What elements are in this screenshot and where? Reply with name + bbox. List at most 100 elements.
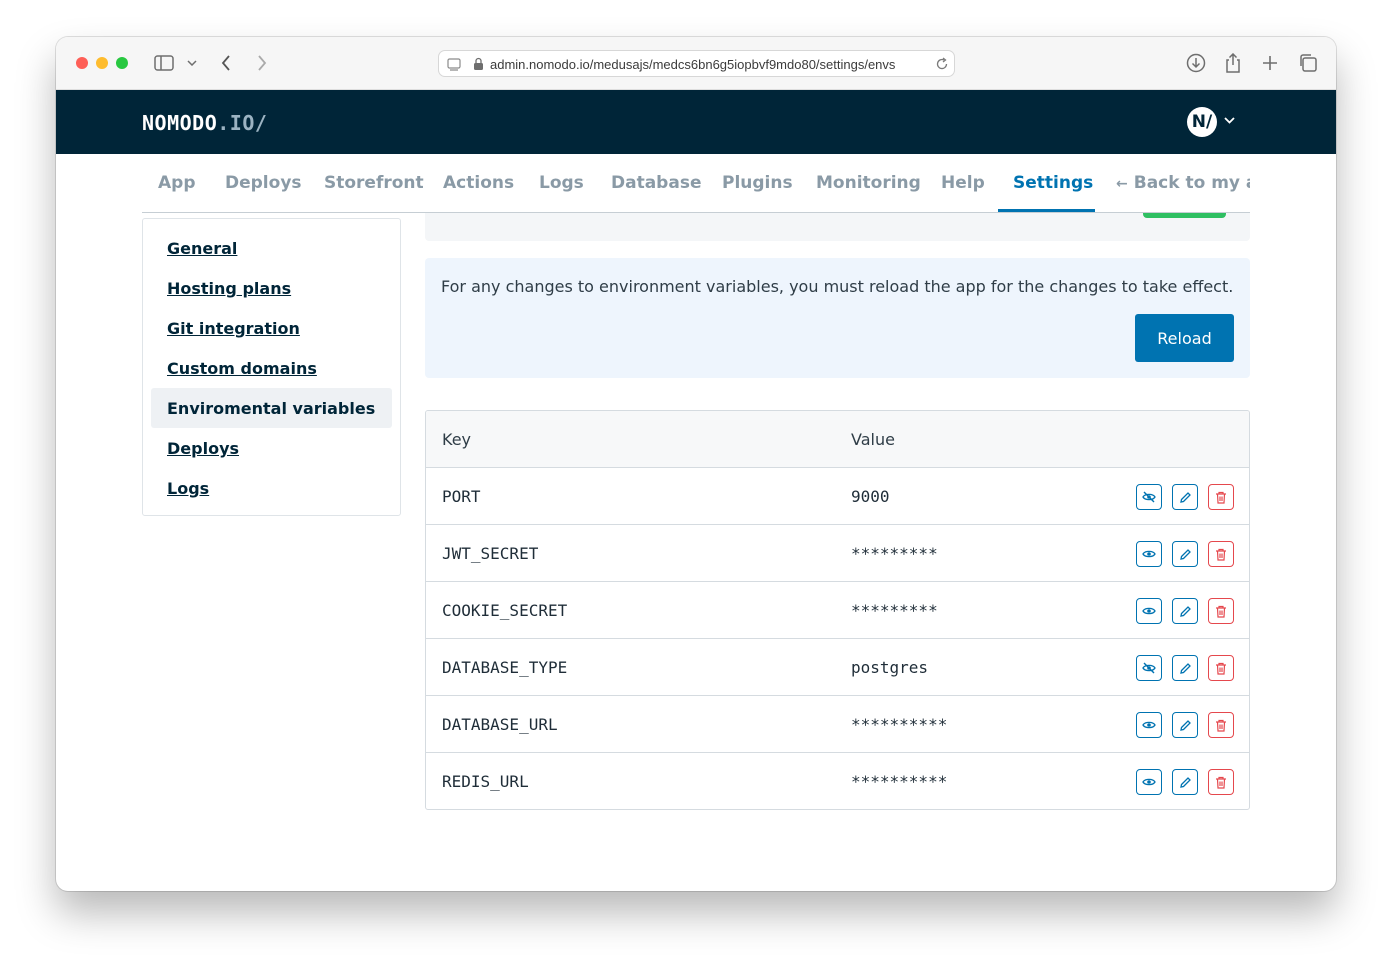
tab-help[interactable]: Help <box>941 173 985 193</box>
pencil-icon <box>1179 491 1192 504</box>
tab-storefront[interactable]: Storefront <box>324 173 424 193</box>
pencil-icon <box>1179 548 1192 561</box>
edit-button[interactable] <box>1172 484 1198 510</box>
table-row: DATABASE_TYPE postgres <box>426 639 1249 696</box>
eye-icon <box>1142 547 1156 561</box>
sidebar-item-logs[interactable]: Logs <box>167 479 209 498</box>
delete-button[interactable] <box>1208 712 1234 738</box>
table-row: DATABASE_URL ********** <box>426 696 1249 753</box>
table-header: Key Value <box>426 411 1249 468</box>
column-header-value: Value <box>851 430 895 449</box>
chevron-down-icon[interactable] <box>1224 112 1235 127</box>
share-icon[interactable] <box>1223 52 1243 74</box>
edit-button[interactable] <box>1172 541 1198 567</box>
address-bar[interactable]: admin.nomodo.io/medusajs/medcs6bn6g5iopb… <box>438 50 955 77</box>
edit-button[interactable] <box>1172 655 1198 681</box>
table-row: REDIS_URL ********** <box>426 753 1249 809</box>
back-to-app-label: Back to my ap <box>1133 173 1250 193</box>
browser-toolbar: admin.nomodo.io/medusajs/medcs6bn6g5iopb… <box>56 37 1336 90</box>
env-vars-table: Key Value PORT 9000 JWT_SECRET ********* COO… <box>425 410 1250 810</box>
sidebar-item-hosting-plans[interactable]: Hosting plans <box>167 279 291 298</box>
back-arrow-icon[interactable] <box>218 52 234 74</box>
table-row: PORT 9000 <box>426 468 1249 525</box>
url-text: admin.nomodo.io/medusajs/medcs6bn6g5iopb… <box>490 57 896 72</box>
avatar[interactable]: N/ <box>1187 107 1217 137</box>
trash-icon <box>1215 776 1227 789</box>
trash-icon <box>1215 605 1227 618</box>
delete-button[interactable] <box>1208 769 1234 795</box>
sidebar-item-git-integration[interactable]: Git integration <box>167 319 300 338</box>
env-key: DATABASE_URL <box>442 715 558 734</box>
sidebar-item-deploys[interactable]: Deploys <box>167 439 239 458</box>
sidebar-item-custom-domains[interactable]: Custom domains <box>167 359 317 378</box>
reload-page-icon[interactable] <box>935 57 949 74</box>
toggle-visibility-button[interactable] <box>1136 484 1162 510</box>
trash-icon <box>1215 719 1227 732</box>
chevron-down-icon[interactable] <box>186 52 198 74</box>
forward-arrow-icon[interactable] <box>254 52 270 74</box>
delete-button[interactable] <box>1208 541 1234 567</box>
column-header-key: Key <box>442 430 472 449</box>
eye-off-icon <box>1142 490 1156 504</box>
pencil-icon <box>1179 662 1192 675</box>
sidebar-toggle-icon[interactable] <box>152 52 176 74</box>
tab-app[interactable]: App <box>158 173 196 193</box>
edit-button[interactable] <box>1172 598 1198 624</box>
reload-notice: For any changes to environment variables… <box>425 258 1250 378</box>
delete-button[interactable] <box>1208 598 1234 624</box>
tab-monitoring[interactable]: Monitoring <box>816 173 921 193</box>
back-to-app-link[interactable]: ← Back to my ap <box>1116 173 1250 193</box>
delete-button[interactable] <box>1208 484 1234 510</box>
tab-actions[interactable]: Actions <box>443 173 514 193</box>
eye-icon <box>1142 775 1156 789</box>
trash-icon <box>1215 662 1227 675</box>
tab-logs[interactable]: Logs <box>539 173 584 193</box>
logo-main-text: NOMODO <box>142 111 218 135</box>
edit-button[interactable] <box>1172 769 1198 795</box>
tab-bar: App Deploys Storefront Actions Logs Data… <box>142 154 1250 213</box>
toggle-visibility-button[interactable] <box>1136 769 1162 795</box>
reload-button[interactable]: Reload <box>1135 314 1234 362</box>
pencil-icon <box>1179 776 1192 789</box>
env-value: ********** <box>851 715 948 734</box>
sidebar-item-general[interactable]: General <box>167 239 237 258</box>
edit-button[interactable] <box>1172 712 1198 738</box>
env-key: REDIS_URL <box>442 772 529 791</box>
partial-green-button[interactable] <box>1143 213 1226 218</box>
tab-plugins[interactable]: Plugins <box>722 173 793 193</box>
delete-button[interactable] <box>1208 655 1234 681</box>
page-settings-icon[interactable] <box>447 57 461 74</box>
table-row: JWT_SECRET ********* <box>426 525 1249 582</box>
tab-settings[interactable]: Settings <box>1013 173 1093 193</box>
sidebar-item-environmental-variables[interactable]: Enviromental variables <box>167 399 375 418</box>
nomodo-logo[interactable]: NOMODO.IO/ <box>142 111 267 135</box>
logo-accent-text: .IO/ <box>217 111 268 135</box>
toggle-visibility-button[interactable] <box>1136 655 1162 681</box>
env-value: postgres <box>851 658 929 677</box>
toggle-visibility-button[interactable] <box>1136 541 1162 567</box>
toggle-visibility-button[interactable] <box>1136 598 1162 624</box>
trash-icon <box>1215 491 1227 504</box>
toggle-visibility-button[interactable] <box>1136 712 1162 738</box>
zoom-window-button[interactable] <box>116 57 128 69</box>
tab-overview-icon[interactable] <box>1297 52 1319 74</box>
env-key: JWT_SECRET <box>442 544 539 563</box>
tab-deploys[interactable]: Deploys <box>225 173 302 193</box>
arrow-left-icon: ← <box>1116 176 1128 192</box>
new-tab-icon[interactable] <box>1260 52 1280 74</box>
download-icon[interactable] <box>1185 52 1207 74</box>
close-window-button[interactable] <box>76 57 88 69</box>
table-row: COOKIE_SECRET ********* <box>426 582 1249 639</box>
lock-icon <box>473 57 484 74</box>
env-key: PORT <box>442 487 481 506</box>
settings-sidebar: General Hosting plans Git integration Cu… <box>142 218 401 516</box>
eye-icon <box>1142 718 1156 732</box>
pencil-icon <box>1179 605 1192 618</box>
app-header: NOMODO.IO/ N/ <box>56 90 1336 154</box>
tab-database[interactable]: Database <box>611 173 701 193</box>
env-value: ********* <box>851 544 938 563</box>
env-value: ********* <box>851 601 938 620</box>
env-value: 9000 <box>851 487 890 506</box>
notice-text: For any changes to environment variables… <box>441 277 1234 296</box>
minimize-window-button[interactable] <box>96 57 108 69</box>
